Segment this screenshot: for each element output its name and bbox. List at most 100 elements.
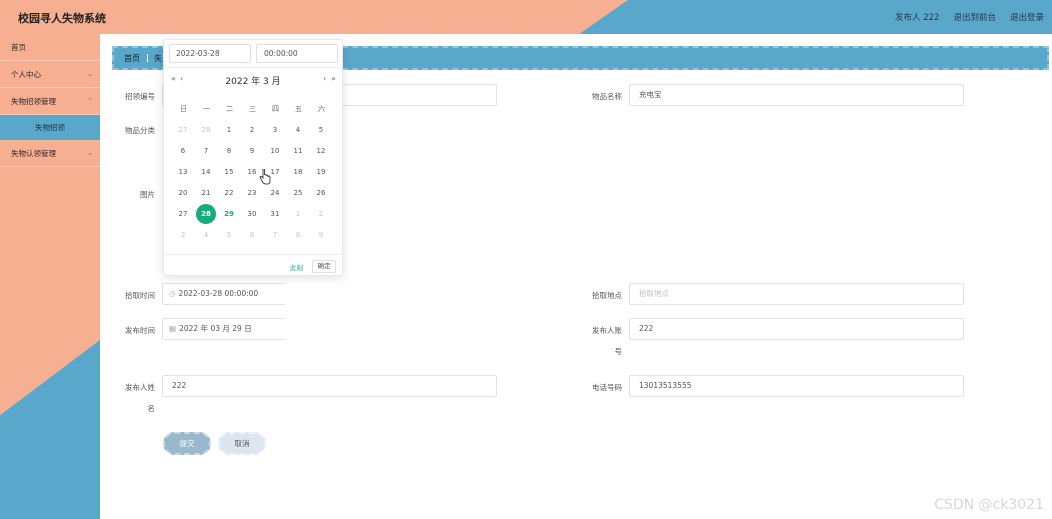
calendar-day[interactable]: 19 — [311, 162, 331, 182]
calendar-day[interactable]: 22 — [219, 183, 239, 203]
calendar-day[interactable]: 1 — [288, 204, 308, 224]
category-label: 物品分类 — [125, 126, 155, 135]
calendar-day[interactable]: 2 — [311, 204, 331, 224]
header-actions: 发布人 222 退出到前台 退出登录 — [895, 11, 1044, 23]
phone-field[interactable]: 13013513555 — [629, 375, 964, 397]
weekday-header: 五 — [295, 105, 302, 113]
picker-confirm-button[interactable]: 确定 — [312, 260, 336, 273]
back-to-front-link[interactable]: 退出到前台 — [953, 11, 996, 23]
calendar-day[interactable]: 21 — [196, 183, 216, 203]
weekday-header: 六 — [318, 105, 325, 113]
calendar-day[interactable]: 15 — [219, 162, 239, 182]
breadcrumb-current: 失 — [154, 54, 162, 63]
calendar-day[interactable]: 1 — [219, 120, 239, 140]
calendar-day[interactable]: 9 — [242, 141, 262, 161]
code-label: 招领编号 — [125, 92, 155, 101]
sidebar-item-label: 失物招领管理 — [11, 97, 56, 106]
calendar-day[interactable]: 28 — [196, 204, 216, 224]
calendar-day[interactable]: 9 — [311, 225, 331, 245]
calendar-day[interactable]: 11 — [288, 141, 308, 161]
pickup-place-field[interactable]: 拾取地点 — [629, 283, 964, 305]
next-year-icon[interactable]: » — [331, 74, 336, 83]
publish-time-value: 2022 年 03 月 29 日 — [179, 324, 252, 333]
calendar-day[interactable]: 4 — [288, 120, 308, 140]
calendar-day[interactable]: 6 — [173, 141, 193, 161]
publisher-name-field[interactable]: 222 — [162, 375, 497, 397]
sidebar-item-home[interactable]: 首页 — [0, 34, 100, 61]
calendar-day[interactable]: 7 — [265, 225, 285, 245]
app-title: 校园寻人失物系统 — [18, 12, 106, 25]
top-header: 校园寻人失物系统 发布人 222 退出到前台 退出登录 — [0, 0, 1052, 34]
calendar-day[interactable]: 8 — [219, 141, 239, 161]
submit-button[interactable]: 提交 — [163, 432, 211, 455]
calendar-day[interactable]: 8 — [288, 225, 308, 245]
sidebar-item-label: 首页 — [11, 43, 26, 52]
weekday-header: 四 — [272, 105, 279, 113]
calendar-icon: ▦ — [169, 324, 177, 333]
calendar-day[interactable]: 31 — [265, 204, 285, 224]
calendar-day[interactable]: 30 — [242, 204, 262, 224]
sidebar-subitem-lost-found[interactable]: 失物招领 — [0, 115, 100, 140]
calendar-day[interactable]: 6 — [242, 225, 262, 245]
calendar-day[interactable]: 5 — [219, 225, 239, 245]
breadcrumb-home[interactable]: 首页 — [124, 53, 140, 64]
calendar-day[interactable]: 18 — [288, 162, 308, 182]
picker-month-title: 2022 年 3 月 — [225, 77, 281, 87]
item-name-field[interactable]: 充电宝 — [629, 84, 964, 106]
calendar-day[interactable]: 29 — [219, 204, 239, 224]
calendar-day[interactable]: 27 — [173, 120, 193, 140]
calendar-day[interactable]: 4 — [196, 225, 216, 245]
sidebar-item-claim-manage[interactable]: 失物认领管理 ⌄ — [0, 140, 100, 167]
calendar-day[interactable]: 20 — [173, 183, 193, 203]
breadcrumb-separator: | — [146, 53, 149, 62]
picker-date-input[interactable]: 2022-03-28 — [169, 44, 251, 63]
chevron-down-icon: ⌄ — [87, 70, 93, 78]
calendar-day[interactable]: 23 — [242, 183, 262, 203]
publisher-label: 发布人 222 — [895, 13, 940, 23]
calendar-day[interactable]: 26 — [311, 183, 331, 203]
pickup-place-label: 拾取地点 — [592, 291, 622, 300]
chevron-down-icon: ⌄ — [87, 149, 93, 157]
sidebar: 首页 个人中心 ⌄ 失物招领管理 ⌃ 失物招领 失物认领管理 ⌄ — [0, 34, 100, 519]
weekday-header: 一 — [203, 105, 210, 113]
calendar-day[interactable]: 3 — [265, 120, 285, 140]
calendar-day[interactable]: 2 — [242, 120, 262, 140]
weekday-header: 二 — [226, 105, 233, 113]
weekday-header: 三 — [249, 105, 256, 113]
picker-footer-divider — [164, 254, 342, 255]
clock-icon: ◷ — [169, 289, 176, 298]
calendar-day[interactable]: 13 — [173, 162, 193, 182]
pickup-time-label: 拾取时间 — [125, 291, 155, 300]
calendar-day[interactable]: 14 — [196, 162, 216, 182]
publish-time-field[interactable]: ▦ 2022 年 03 月 29 日 — [162, 318, 285, 340]
sidebar-item-label: 失物认领管理 — [11, 149, 56, 158]
pickup-time-field[interactable]: ◷ 2022-03-28 00:00:00 — [162, 283, 285, 305]
calendar-day[interactable]: 12 — [311, 141, 331, 161]
picker-now-link[interactable]: 此刻 — [290, 262, 303, 272]
chevron-up-icon: ⌃ — [87, 97, 93, 105]
calendar-day[interactable]: 3 — [173, 225, 193, 245]
calendar-day[interactable]: 24 — [265, 183, 285, 203]
sidebar-item-personal-center[interactable]: 个人中心 ⌄ — [0, 61, 100, 88]
next-month-icon[interactable]: › — [323, 74, 326, 83]
datetime-picker-popup: 2022-03-28 00:00:00 « ‹ 2022 年 3 月 › » 日… — [163, 39, 343, 276]
calendar-day[interactable]: 10 — [265, 141, 285, 161]
picker-divider — [164, 67, 342, 68]
calendar-day[interactable]: 27 — [173, 204, 193, 224]
publisher-name-label-cont: 名 — [147, 404, 156, 413]
publisher-account-field[interactable]: 222 — [629, 318, 964, 340]
calendar-day[interactable]: 7 — [196, 141, 216, 161]
calendar-day[interactable]: 28 — [196, 120, 216, 140]
phone-label: 电话号码 — [592, 383, 622, 392]
sidebar-item-lost-found-manage[interactable]: 失物招领管理 ⌃ — [0, 88, 100, 115]
picker-time-input[interactable]: 00:00:00 — [256, 44, 338, 63]
weekday-header: 日 — [180, 105, 187, 113]
cancel-button[interactable]: 取消 — [218, 432, 266, 455]
publisher-name-label: 发布人姓 — [125, 383, 155, 392]
calendar-day[interactable]: 5 — [311, 120, 331, 140]
pickup-time-value: 2022-03-28 00:00:00 — [178, 289, 259, 298]
image-label: 图片 — [140, 190, 155, 199]
sidebar-item-label: 个人中心 — [11, 70, 41, 79]
logout-link[interactable]: 退出登录 — [1010, 11, 1044, 23]
calendar-day[interactable]: 25 — [288, 183, 308, 203]
